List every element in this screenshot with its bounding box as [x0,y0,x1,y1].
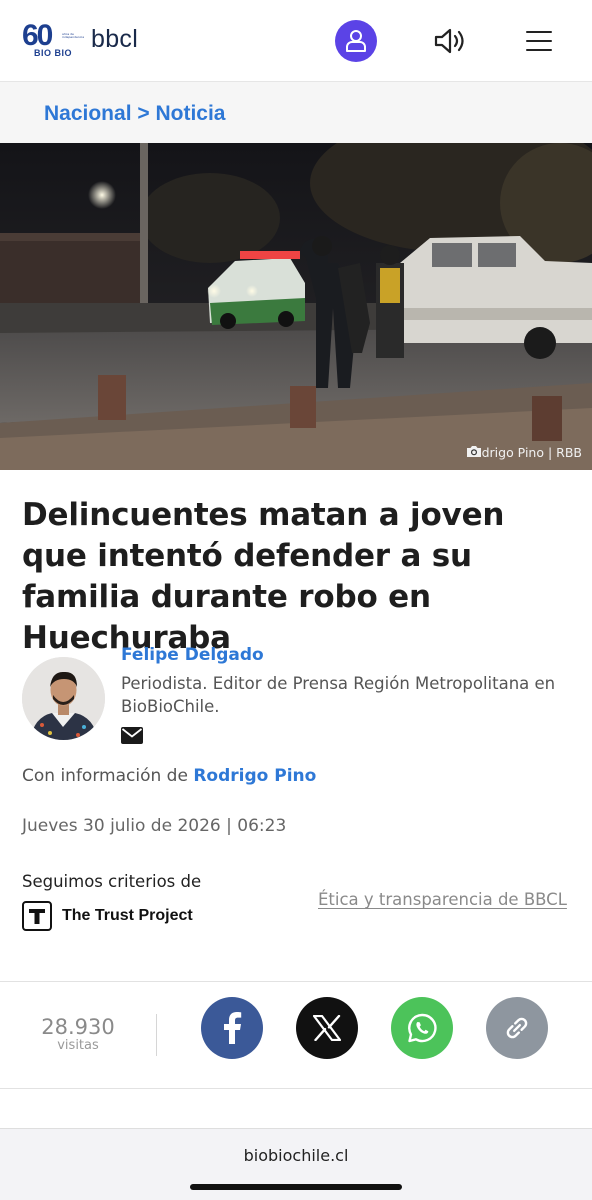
menu-line [526,39,552,43]
trust-title: Seguimos criterios de [22,872,202,891]
article-headline: Delincuentes matan a joven que intentó d… [22,497,505,656]
site-header: 60 años de independencia BIO BIO bbcl [0,0,592,82]
camera-icon [466,446,481,457]
visit-label: visitas [57,1038,99,1053]
ethics-link[interactable]: Ética y transparencia de BBCL [318,890,567,909]
breadcrumb-section[interactable]: Nacional [44,102,132,125]
logo-text: bbcl [91,25,139,53]
article-card-top [10,470,580,490]
account-button[interactable] [335,20,377,62]
publish-date: Jueves 30 julio de 2026 | 06:23 [22,816,287,836]
breadcrumb: Nacional > Noticia [44,102,225,126]
audio-button[interactable] [432,26,468,56]
logo-tagline: años de independencia [62,32,85,39]
contributor-prefix: Con información de [22,766,194,786]
link-icon [506,1017,528,1039]
trust-project-logo[interactable]: The Trust Project [22,901,193,931]
breadcrumb-bar: Nacional > Noticia [0,82,592,143]
author-name[interactable]: Felipe Delgado [121,645,264,665]
photo-caption: Rodrigo Pino | RBB [466,445,582,460]
visit-count: 28.930 [41,1015,115,1039]
share-whatsapp-button[interactable] [391,997,453,1059]
hero-image: Rodrigo Pino | RBB [0,143,592,470]
photo-credit: Rodrigo Pino | RBB [465,445,582,460]
hamburger-menu-icon[interactable] [525,28,553,54]
facebook-icon [224,1012,242,1044]
menu-line [526,48,552,51]
address-text[interactable]: biobiochile.cl [0,1146,592,1165]
trust-project-label: The Trust Project [62,907,193,924]
logo-sub: BIO BIO [34,48,73,58]
user-icon [346,30,366,52]
visit-counter: 28.930 visitas [28,1015,128,1053]
menu-line [526,31,552,34]
trust-project-icon [22,901,52,931]
author-avatar[interactable] [22,657,105,740]
logo-mark: 60 años de independencia BIO BIO [22,20,86,62]
site-logo[interactable]: 60 años de independencia BIO BIO bbcl [22,20,152,62]
contributor-name[interactable]: Rodrigo Pino [193,766,316,786]
browser-url-bar: biobiochile.cl [0,1128,592,1200]
speaker-icon [434,28,464,54]
whatsapp-icon [408,1013,437,1043]
copy-link-button[interactable] [486,997,548,1059]
hero-photo [0,143,592,470]
author-photo [22,657,105,740]
share-x-button[interactable] [296,997,358,1059]
author-role: Periodista. Editor de Prensa Región Metr… [121,674,556,716]
mail-icon[interactable] [121,727,143,744]
divider [156,1014,157,1056]
share-bar: 28.930 visitas [0,981,592,1089]
x-icon [313,1015,341,1041]
home-indicator[interactable] [190,1184,402,1190]
contributor-line: Con información de Rodrigo Pino [22,766,316,786]
breadcrumb-separator: > [131,102,156,125]
breadcrumb-subsection[interactable]: Noticia [155,102,225,125]
share-facebook-button[interactable] [201,997,263,1059]
